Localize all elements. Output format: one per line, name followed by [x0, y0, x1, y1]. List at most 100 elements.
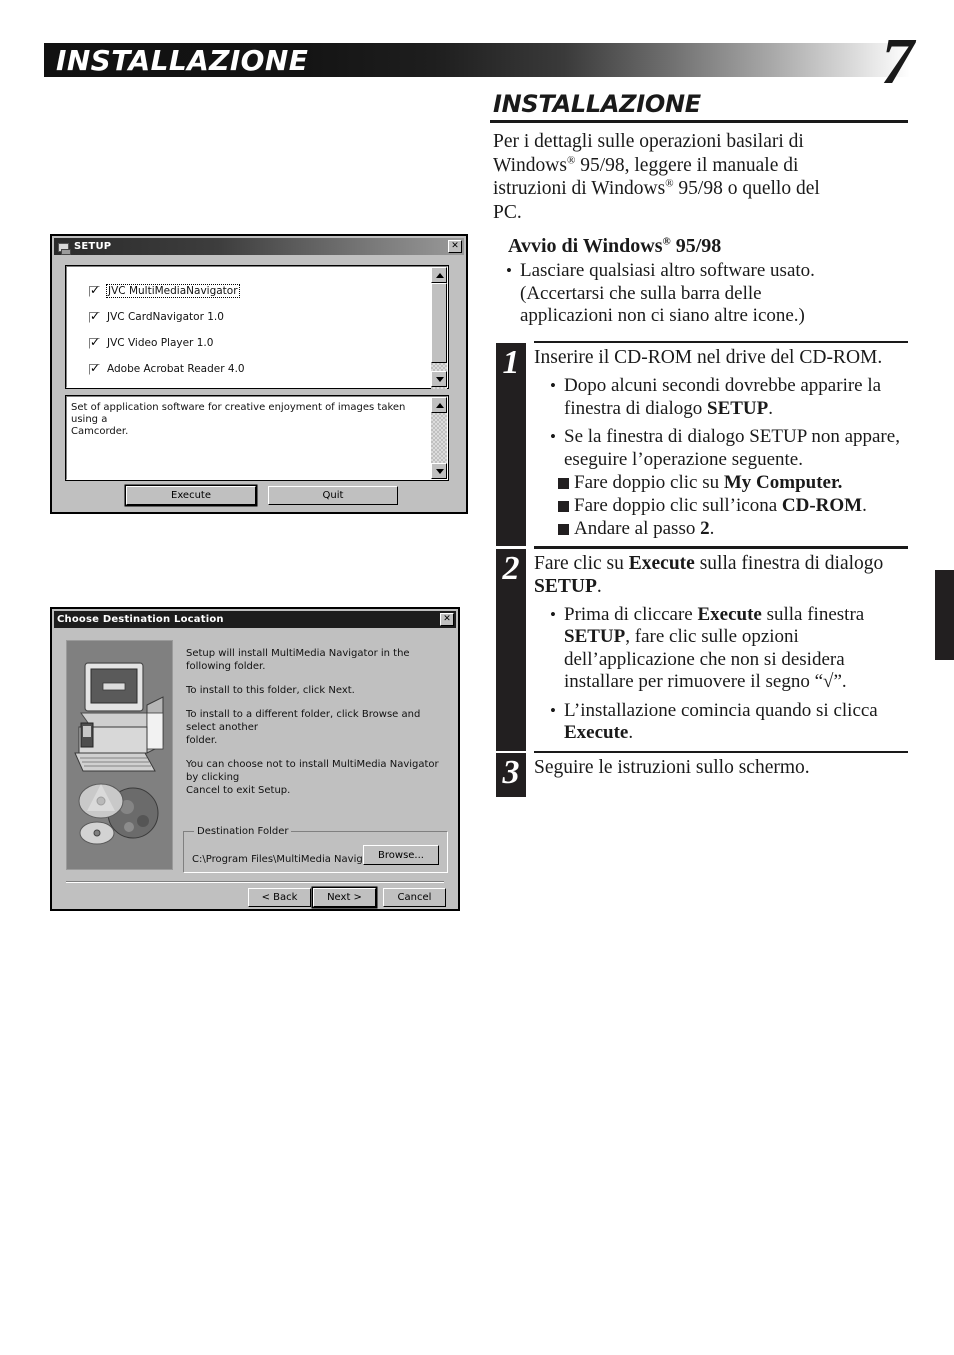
intro-paragraph: Per i dettagli sulle operazioni basilari… — [490, 130, 908, 224]
destination-body-line-3a: To install to a different folder, click … — [186, 709, 421, 733]
header-title: INSTALLAZIONE — [56, 44, 309, 77]
checkbox-icon[interactable] — [89, 309, 100, 323]
list-item-label: JVC MultiMediaNavigator — [106, 284, 240, 298]
step-2-bullet-1-p2: sulla finestra — [761, 603, 865, 625]
quit-button[interactable]: Quit — [268, 486, 398, 505]
cancel-button[interactable]: Cancel — [383, 888, 446, 907]
setup-list-scrollbar[interactable] — [431, 267, 447, 389]
bullet-dot-icon: • — [550, 700, 556, 720]
step-3-body: Seguire le istruzioni sullo schermo. — [534, 753, 908, 785]
setup-dialog-title: SETUP — [74, 241, 112, 252]
back-button[interactable]: < Back — [248, 888, 311, 907]
subsection-heading-a: Avvio di Windows — [508, 235, 663, 257]
step-2-bullet-1-b1: Execute — [697, 603, 762, 625]
section-title: INSTALLAZIONE — [493, 90, 701, 118]
step-2-lead-bold-1: Execute — [628, 552, 695, 574]
step-3-number: 3 — [502, 754, 520, 791]
step-2-bullet-2-b1: Execute — [564, 722, 629, 743]
scrollbar-thumb[interactable] — [431, 283, 447, 363]
step-2-lead: Fare clic su Execute sulla finestra di d… — [534, 552, 908, 598]
filled-square-icon — [558, 524, 569, 535]
registered-mark-3: ® — [662, 235, 671, 248]
intro-line-2a: Windows — [493, 154, 567, 176]
checkbox-icon[interactable] — [89, 361, 100, 375]
checkbox-icon[interactable] — [89, 335, 100, 349]
destination-dialog-titlebar: Choose Destination Location ✕ — [54, 611, 456, 628]
bullet-dot-icon: • — [550, 604, 556, 624]
step-3-lead: Seguire le istruzioni sullo schermo. — [534, 757, 810, 778]
list-item-label: Adobe Acrobat Reader 4.0 — [107, 363, 245, 375]
destination-dialog-body: Setup will install MultiMedia Navigator … — [186, 647, 448, 797]
step-2-number: 2 — [502, 549, 520, 587]
intro-line-1: Per i dettagli sulle operazioni basilari… — [493, 131, 804, 152]
step-1-square-2-pre: Fare doppio clic sull’icona — [574, 495, 782, 516]
intro-line-4: PC. — [493, 201, 522, 223]
step-1-square-3-post: . — [709, 518, 715, 539]
intro-bullet-1-line3: applicazioni non ci siano altre icone.) — [520, 305, 805, 326]
step-1-bullet-1: • Dopo alcuni secondi dovrebbe apparire … — [534, 375, 908, 420]
list-item-label: JVC CardNavigator 1.0 — [107, 311, 224, 323]
destination-body-line-3b: folder. — [186, 735, 218, 746]
destination-body-line-4a: You can choose not to install MultiMedia… — [186, 759, 439, 783]
scroll-up-arrow-icon[interactable] — [431, 397, 447, 413]
list-item-label: JVC Video Player 1.0 — [107, 337, 214, 349]
intro-line-3b: 95/98 o quello del — [673, 178, 820, 199]
step-1-bullet-2-text: Se la finestra di dialogo SETUP non appa… — [564, 426, 900, 470]
step-2-bullet-1-p1: Prima di cliccare — [564, 603, 698, 625]
intro-line-3a: istruzioni di Windows — [493, 178, 666, 199]
step-2-body: Fare clic su Execute sulla finestra di d… — [534, 549, 908, 751]
destination-dialog-title: Choose Destination Location — [57, 614, 224, 625]
step-1-body: Inserire il CD-ROM nel drive del CD-ROM.… — [534, 343, 908, 546]
close-icon[interactable]: ✕ — [448, 240, 462, 253]
step-2-lead-post: . — [596, 575, 602, 597]
step-1-square-2-post: . — [862, 495, 867, 516]
list-item[interactable]: JVC CardNavigator 1.0 — [89, 309, 447, 323]
setup-description-scrollbar[interactable] — [431, 397, 447, 479]
setup-description-line-1: Set of application software for creative… — [71, 402, 406, 425]
list-item[interactable]: JVC MultiMediaNavigator — [89, 283, 447, 298]
bullet-dot-icon: • — [550, 376, 556, 395]
step-1-square-1-bold: My Computer. — [723, 472, 843, 493]
list-item[interactable]: Adobe Acrobat Reader 4.0 — [89, 361, 447, 375]
step-1-lead: Inserire il CD-ROM nel drive del CD-ROM. — [534, 347, 883, 368]
list-item[interactable]: JVC Video Player 1.0 — [89, 335, 447, 349]
section-title-rule — [490, 120, 908, 123]
step-1-square-1: Fare doppio clic su My Computer. — [534, 471, 908, 494]
checkbox-icon[interactable] — [89, 283, 100, 297]
step-1-square-1-pre: Fare doppio clic su — [574, 472, 724, 493]
step-2: 2 Fare clic su Execute sulla finestra di… — [490, 548, 908, 751]
step-1-square-3-pre: Andare al passo — [574, 518, 701, 539]
setup-component-list[interactable]: JVC MultiMediaNavigator JVC CardNavigato… — [65, 265, 449, 389]
step-2-bullet-2: • L’installazione comincia quando si cli… — [534, 700, 908, 745]
scroll-down-arrow-icon[interactable] — [431, 371, 447, 387]
step-1: 1 Inserire il CD-ROM nel drive del CD-RO… — [490, 343, 908, 546]
step-1-square-2-bold: CD-ROM — [781, 495, 863, 516]
scroll-up-arrow-icon[interactable] — [431, 267, 447, 283]
execute-button[interactable]: Execute — [126, 486, 256, 505]
step-1-square-3: Andare al passo 2. — [534, 517, 908, 540]
destination-body-line-1: Setup will install MultiMedia Navigator … — [186, 648, 410, 672]
illustration-svg — [74, 662, 164, 845]
step-1-bullet-1-bold: SETUP — [707, 397, 769, 419]
step-2-lead-mid: sulla finestra di dialogo — [694, 552, 884, 574]
choose-destination-dialog-screenshot: Choose Destination Location ✕ Setup will… — [50, 607, 460, 911]
step-2-lead-pre: Fare clic su — [534, 552, 629, 574]
scrollbar-track[interactable] — [431, 413, 447, 463]
next-button[interactable]: Next > — [313, 888, 376, 907]
step-2-lead-bold-2: SETUP — [534, 575, 597, 597]
scroll-down-arrow-icon[interactable] — [431, 463, 447, 479]
setup-window-icon — [57, 241, 71, 255]
close-icon[interactable]: ✕ — [440, 613, 454, 626]
destination-folder-group-label: Destination Folder — [194, 826, 292, 838]
intro-line-2b: 95/98, leggere il manuale di — [575, 154, 799, 176]
dialog-separator — [66, 881, 444, 883]
browse-button[interactable]: Browse... — [363, 845, 439, 865]
page-header: INSTALLAZIONE 7 — [44, 29, 914, 95]
intro-bullet-1-line2: (Accertarsi che sulla barra delle — [520, 282, 762, 304]
bullet-dot-icon: • — [550, 427, 556, 446]
step-2-bullet-1: • Prima di cliccare Execute sulla finest… — [534, 604, 908, 694]
step-1-square-3-bold: 2 — [700, 518, 710, 539]
instructions-column: INSTALLAZIONE Per i dettagli sulle opera… — [490, 90, 908, 797]
filled-square-icon — [558, 501, 569, 512]
filled-square-icon — [558, 478, 569, 489]
